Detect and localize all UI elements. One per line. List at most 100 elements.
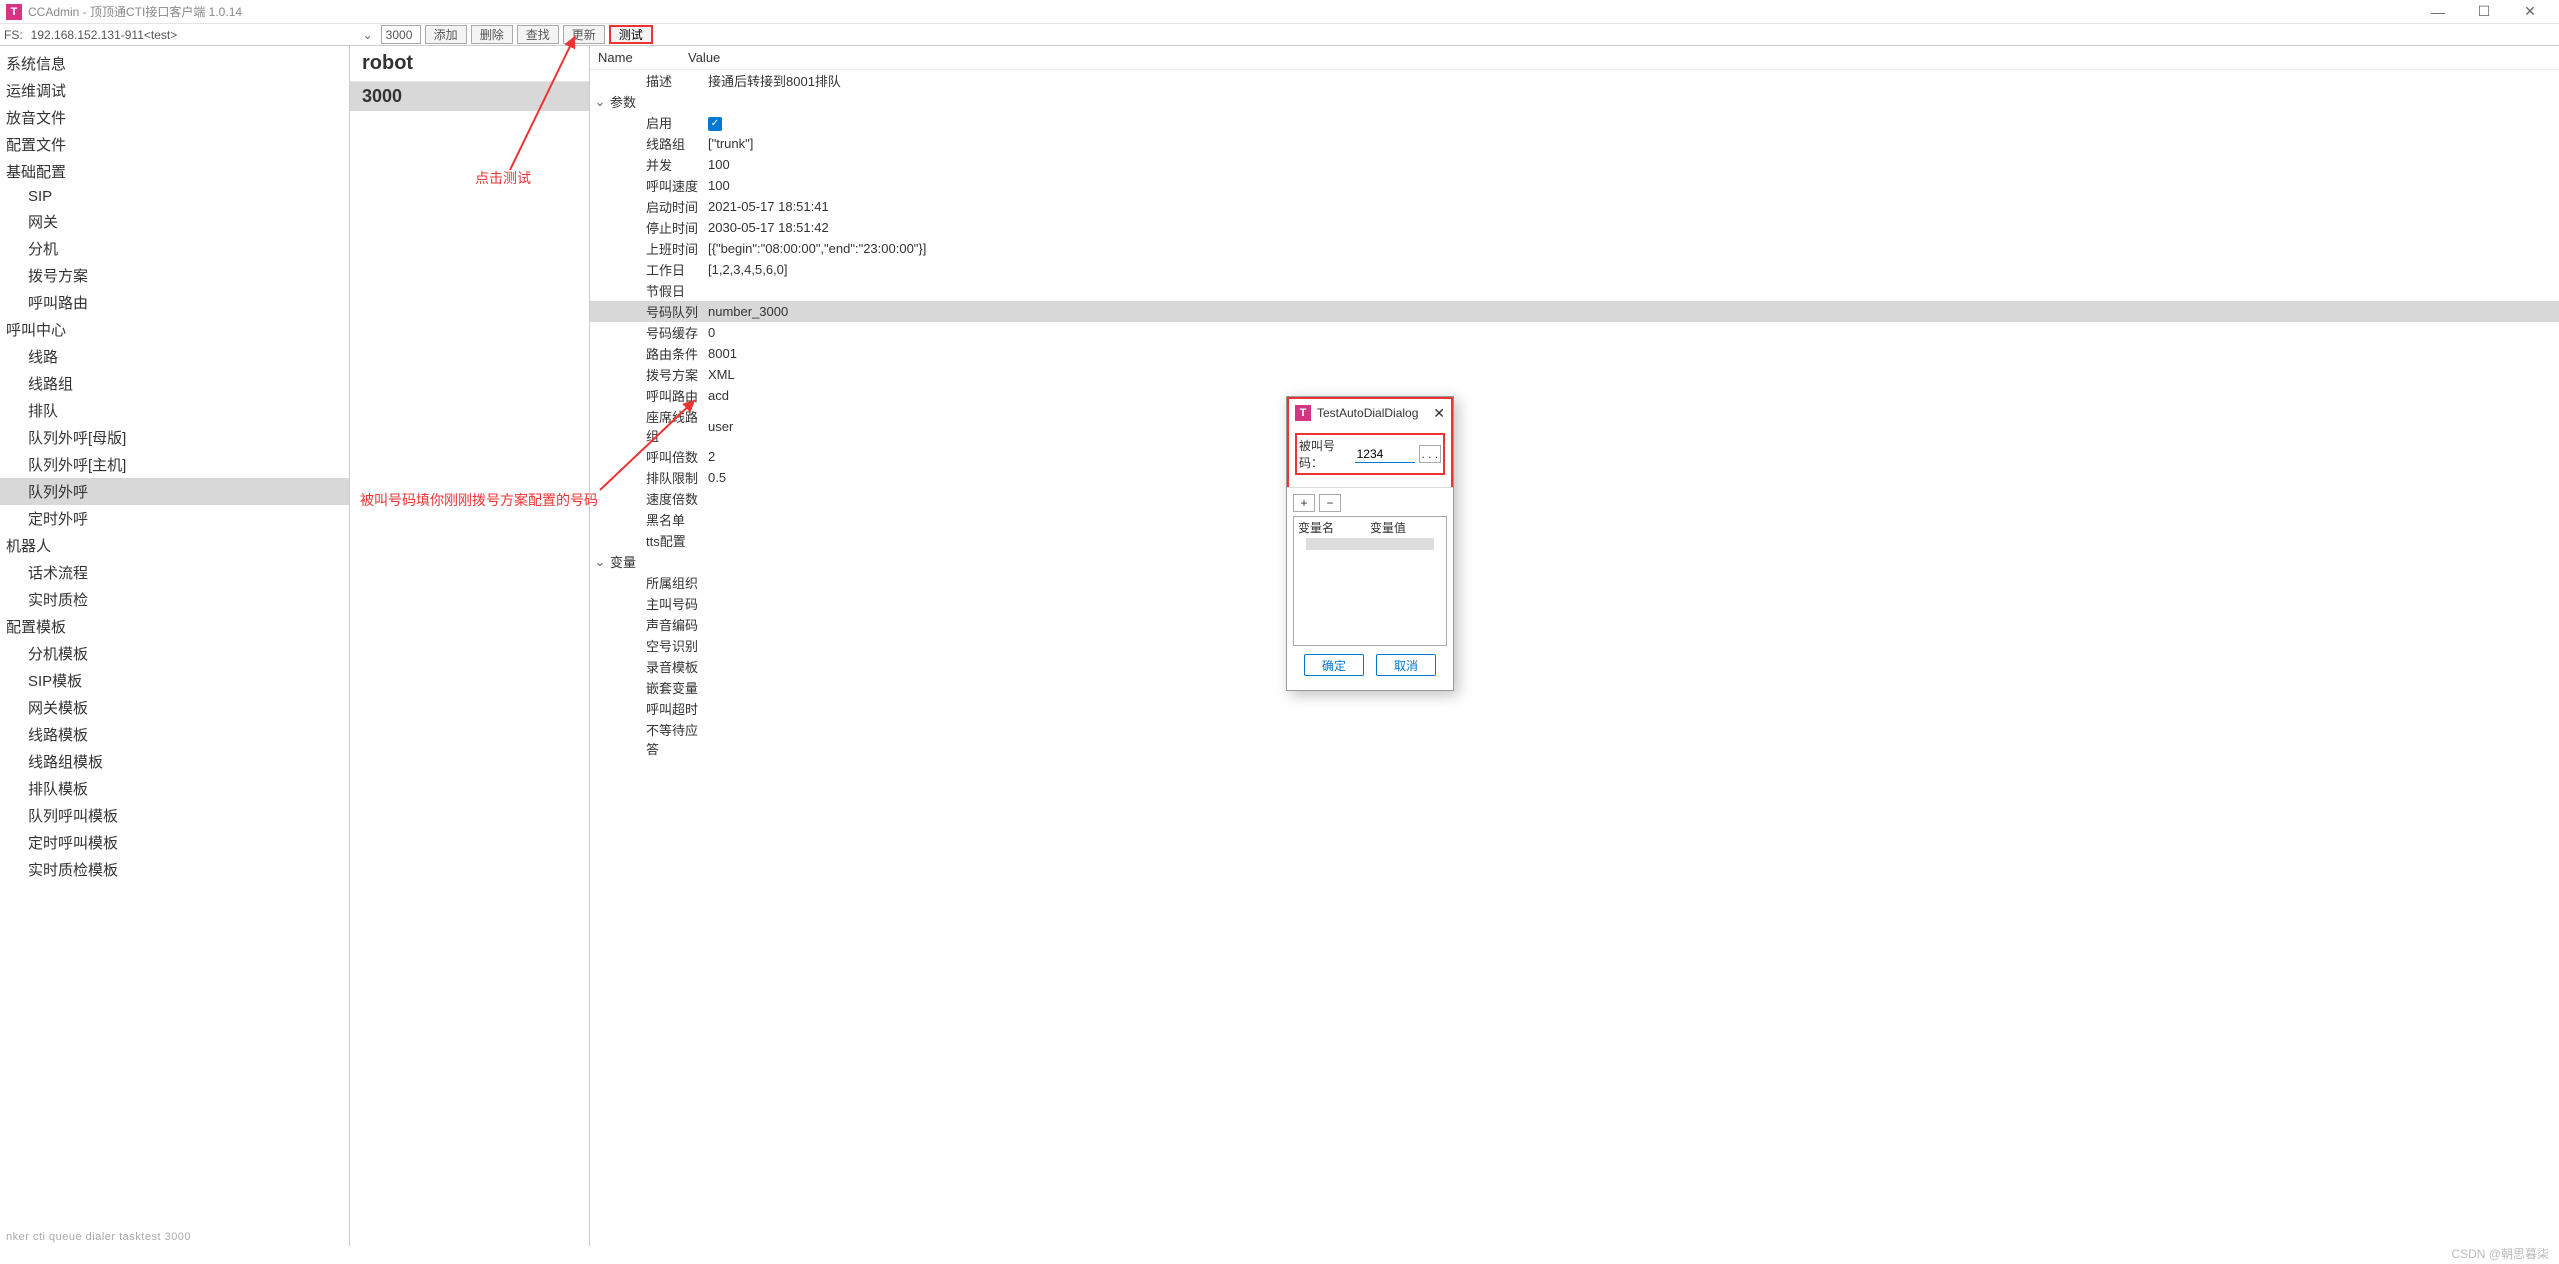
variables-table: 变量名 变量值	[1293, 516, 1447, 646]
list-item[interactable]: 3000	[350, 82, 589, 111]
property-row[interactable]: 描述接通后转接到8001排队	[590, 70, 2559, 91]
property-row[interactable]: 号码队列number_3000	[590, 301, 2559, 322]
property-value: [1,2,3,4,5,6,0]	[708, 262, 2559, 277]
sidebar-item[interactable]: 基础配置	[0, 158, 349, 185]
sidebar-item[interactable]: SIP模板	[0, 667, 349, 694]
sidebar-item[interactable]: 分机	[0, 235, 349, 262]
sidebar-item[interactable]: 呼叫中心	[0, 316, 349, 343]
property-row[interactable]: 拨号方案XML	[590, 364, 2559, 385]
id-input[interactable]: 3000	[381, 25, 421, 44]
sidebar-item[interactable]: 队列外呼[主机]	[0, 451, 349, 478]
sidebar-item[interactable]: 系统信息	[0, 50, 349, 77]
maximize-button[interactable]: ☐	[2461, 0, 2507, 24]
minimize-button[interactable]: —	[2415, 0, 2461, 24]
sidebar-item[interactable]: 线路模板	[0, 721, 349, 748]
watermark: CSDN @朝思暮柒	[2451, 1245, 2549, 1262]
property-row[interactable]: 不等待应答	[590, 719, 2559, 759]
property-row[interactable]: 呼叫超时	[590, 698, 2559, 719]
property-row[interactable]: 停止时间2030-05-17 18:51:42	[590, 217, 2559, 238]
cancel-button[interactable]: 取消	[1376, 654, 1436, 676]
property-name: 空号识别	[610, 636, 708, 655]
delete-button[interactable]: 删除	[471, 25, 513, 44]
scrollbar[interactable]	[1306, 538, 1434, 550]
test-button[interactable]: 测试	[609, 25, 653, 44]
sidebar-item[interactable]: 实时质检模板	[0, 856, 349, 883]
sidebar-item[interactable]: 网关模板	[0, 694, 349, 721]
property-row[interactable]: 空号识别	[590, 635, 2559, 656]
property-row[interactable]: 主叫号码	[590, 593, 2559, 614]
property-row[interactable]: 呼叫路由acd	[590, 385, 2559, 406]
property-row[interactable]: ⌄变量	[590, 551, 2559, 572]
sidebar-item[interactable]: 放音文件	[0, 104, 349, 131]
property-value: number_3000	[708, 304, 2559, 319]
callee-input[interactable]	[1355, 446, 1415, 463]
property-row[interactable]: tts配置	[590, 530, 2559, 551]
app-icon: T	[6, 4, 22, 20]
remove-var-button[interactable]: −	[1319, 494, 1341, 512]
add-button[interactable]: 添加	[425, 25, 467, 44]
property-row[interactable]: ⌄参数	[590, 91, 2559, 112]
checkbox-checked-icon[interactable]: ✓	[708, 117, 722, 131]
property-name: 嵌套变量	[610, 678, 708, 697]
sidebar-item[interactable]: 配置模板	[0, 613, 349, 640]
browse-button[interactable]: . . .	[1419, 445, 1441, 463]
sidebar-item[interactable]: 运维调试	[0, 77, 349, 104]
sidebar-item[interactable]: 线路组	[0, 370, 349, 397]
sidebar-item[interactable]: 定时外呼	[0, 505, 349, 532]
property-name: 路由条件	[610, 344, 708, 363]
sidebar-item[interactable]: 呼叫路由	[0, 289, 349, 316]
property-row[interactable]: 上班时间[{"begin":"08:00:00","end":"23:00:00…	[590, 238, 2559, 259]
sidebar-item[interactable]: 网关	[0, 208, 349, 235]
property-row[interactable]: 号码缓存0	[590, 322, 2559, 343]
property-row[interactable]: 录音模板	[590, 656, 2559, 677]
property-row[interactable]: 节假日	[590, 280, 2559, 301]
add-var-button[interactable]: +	[1293, 494, 1315, 512]
property-name: 呼叫倍数	[610, 447, 708, 466]
fs-address-dropdown[interactable]: 192.168.152.131-911<test> ⌄	[27, 28, 377, 42]
property-row[interactable]: 工作日[1,2,3,4,5,6,0]	[590, 259, 2559, 280]
sidebar-item[interactable]: 配置文件	[0, 131, 349, 158]
property-row[interactable]: 启用✓	[590, 112, 2559, 133]
property-row[interactable]: 路由条件8001	[590, 343, 2559, 364]
close-button[interactable]: ✕	[2507, 0, 2553, 24]
property-value: acd	[708, 388, 2559, 403]
sidebar-item[interactable]: 线路	[0, 343, 349, 370]
sidebar-item[interactable]: 实时质检	[0, 586, 349, 613]
sidebar-item[interactable]: 队列外呼	[0, 478, 349, 505]
sidebar-item[interactable]: 定时呼叫模板	[0, 829, 349, 856]
sidebar-item[interactable]: 机器人	[0, 532, 349, 559]
list-header: robot	[350, 46, 589, 82]
refresh-button[interactable]: 更新	[563, 25, 605, 44]
property-row[interactable]: 并发100	[590, 154, 2559, 175]
property-row[interactable]: 速度倍数	[590, 488, 2559, 509]
sidebar-item[interactable]: 排队	[0, 397, 349, 424]
sidebar-item[interactable]: 拨号方案	[0, 262, 349, 289]
property-row[interactable]: 呼叫速度100	[590, 175, 2559, 196]
sidebar-item[interactable]: 线路组模板	[0, 748, 349, 775]
find-button[interactable]: 查找	[517, 25, 559, 44]
sidebar-item[interactable]: 队列外呼[母版]	[0, 424, 349, 451]
property-row[interactable]: 座席线路组user	[590, 406, 2559, 446]
property-row[interactable]: 线路组["trunk"]	[590, 133, 2559, 154]
property-value: 0.5	[708, 470, 2559, 485]
property-row[interactable]: 嵌套变量	[590, 677, 2559, 698]
ok-button[interactable]: 确定	[1304, 654, 1364, 676]
sidebar-item[interactable]: 分机模板	[0, 640, 349, 667]
sidebar-item[interactable]: SIP	[0, 185, 349, 208]
property-row[interactable]: 声音编码	[590, 614, 2559, 635]
sidebar-item[interactable]: 话术流程	[0, 559, 349, 586]
dialog-close-button[interactable]: ✕	[1433, 405, 1445, 422]
property-value: 2	[708, 449, 2559, 464]
property-name: 座席线路组	[610, 407, 708, 445]
property-row[interactable]: 黑名单	[590, 509, 2559, 530]
property-value: 2021-05-17 18:51:41	[708, 199, 2559, 214]
dialog-title: TestAutoDialDialog	[1317, 406, 1418, 420]
sidebar-item[interactable]: 队列呼叫模板	[0, 802, 349, 829]
column-value: Value	[688, 50, 720, 65]
property-row[interactable]: 排队限制0.5	[590, 467, 2559, 488]
property-row[interactable]: 启动时间2021-05-17 18:51:41	[590, 196, 2559, 217]
property-name: 参数	[610, 92, 690, 111]
property-row[interactable]: 呼叫倍数2	[590, 446, 2559, 467]
sidebar-item[interactable]: 排队模板	[0, 775, 349, 802]
property-row[interactable]: 所属组织	[590, 572, 2559, 593]
